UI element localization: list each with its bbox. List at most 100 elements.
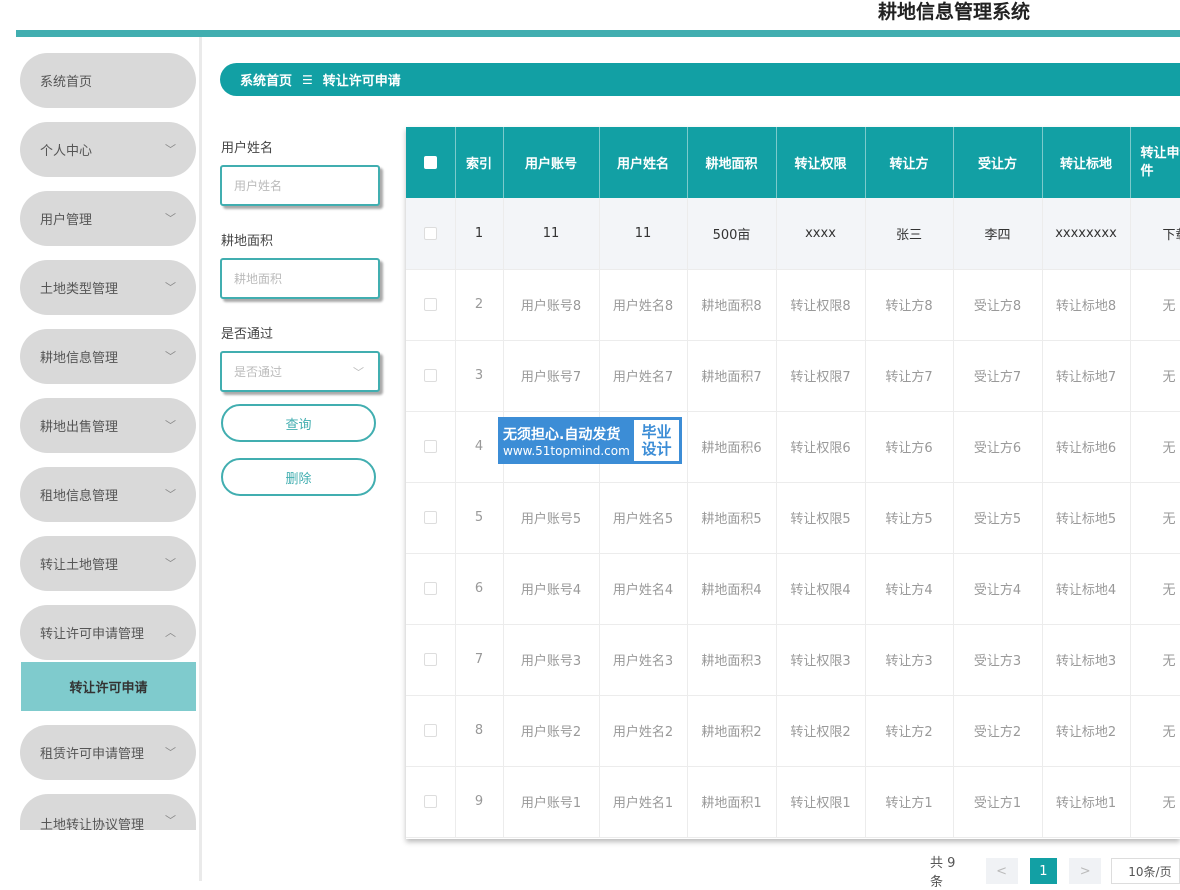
row-select-cell[interactable]: [406, 269, 456, 341]
name-filter-input[interactable]: [220, 165, 380, 206]
table-row[interactable]: 7 用户账号3 用户姓名3 耕地面积3 转让权限3 转让方3 受让方3 转让标地3 无: [406, 624, 1180, 696]
row-select-cell[interactable]: [406, 553, 456, 625]
table-header-row: 索引 用户账号 用户姓名 耕地面积 转让权限 转让方 受让方 转让标地 转让申请…: [406, 127, 1180, 198]
sidebar-item-transfer-agreement[interactable]: 土地转让协议管理 ﹀: [20, 794, 196, 830]
row-checkbox[interactable]: [423, 440, 437, 453]
watermark-line2: www.51topmind.com: [503, 443, 630, 458]
name-filter-label: 用户姓名: [221, 141, 274, 156]
table-cell: 1: [455, 198, 504, 270]
table-row[interactable]: 9 用户账号1 用户姓名1 耕地面积1 转让权限1 转让方1 受让方1 转让标地1 无: [406, 766, 1180, 838]
table-cell: 张三: [865, 198, 954, 270]
pass-filter-select[interactable]: 是否通过 ﹀: [220, 351, 380, 392]
chevron-down-icon: ﹀: [165, 212, 176, 225]
row-checkbox[interactable]: [423, 369, 437, 382]
table-cell: 5: [455, 482, 504, 554]
column-header: 用户姓名: [599, 127, 688, 198]
sidebar-subitem-transfer-permit-apply[interactable]: 转让许可申请: [21, 662, 196, 711]
row-select-cell[interactable]: [406, 198, 456, 270]
table-row[interactable]: 6 用户账号4 用户姓名4 耕地面积4 转让权限4 转让方4 受让方4 转让标地4 无: [406, 553, 1180, 625]
table-row[interactable]: 2 用户账号8 用户姓名8 耕地面积8 转让权限8 转让方8 受让方8 转让标地8 无: [406, 269, 1180, 341]
table-cell: 11: [503, 198, 600, 270]
row-select-cell[interactable]: [406, 482, 456, 554]
table-row[interactable]: 5 用户账号5 用户姓名5 耕地面积5 转让权限5 转让方5 受让方5 转让标地5 无: [406, 482, 1180, 554]
breadcrumb: 系统首页 ☰ 转让许可申请: [220, 63, 1180, 96]
sidebar-item-transfer-land[interactable]: 转让土地管理 ﹀: [20, 536, 196, 591]
sidebar-item-personal-center[interactable]: 个人中心 ﹀: [20, 122, 196, 177]
table-cell: 用户姓名8: [599, 269, 688, 341]
row-select-cell[interactable]: [406, 624, 456, 696]
sidebar-item-transfer-permit[interactable]: 转让许可申请管理 ︿: [20, 605, 196, 660]
table-cell: 转让方8: [865, 269, 954, 341]
chevron-down-icon: ﹀: [165, 350, 176, 363]
table-cell: 受让方5: [953, 482, 1043, 554]
chevron-down-icon: ﹀: [353, 366, 364, 379]
area-filter-input[interactable]: [220, 258, 380, 299]
table-cell: 无: [1130, 624, 1180, 696]
sidebar-item-label: 个人中心: [40, 144, 93, 159]
sidebar-item-land-type[interactable]: 土地类型管理 ﹀: [20, 260, 196, 315]
sidebar-item-home[interactable]: 系统首页: [20, 53, 196, 108]
chevron-down-icon: ﹀: [165, 488, 176, 501]
row-checkbox[interactable]: [423, 511, 437, 524]
sidebar-item-label: 耕地信息管理: [40, 351, 119, 366]
table-cell: 转让方6: [865, 411, 954, 483]
table-cell: 耕地面积1: [687, 766, 777, 838]
current-page-button[interactable]: 1: [1029, 858, 1058, 884]
watermark-line1: 无须担心.自动发货: [503, 426, 621, 443]
row-checkbox[interactable]: [423, 226, 437, 240]
prev-page-button[interactable]: <: [985, 858, 1018, 884]
table-cell: 受让方4: [953, 553, 1043, 625]
next-page-button[interactable]: >: [1069, 858, 1102, 884]
select-all-checkbox[interactable]: [423, 156, 437, 169]
sidebar-item-farmland-info[interactable]: 耕地信息管理 ﹀: [20, 329, 196, 384]
row-select-cell[interactable]: [406, 695, 456, 767]
table-cell: 受让方7: [953, 340, 1043, 412]
table-cell: 耕地面积4: [687, 553, 777, 625]
row-checkbox[interactable]: [423, 724, 437, 737]
table-row[interactable]: 11111500亩xxxx张三李四xxxxxxxx下载: [406, 198, 1180, 270]
left-edge: [0, 0, 16, 881]
table-cell: 转让权限2: [776, 695, 866, 767]
table-cell: 无: [1130, 411, 1180, 483]
table-row[interactable]: 3 用户账号7 用户姓名7 耕地面积7 转让权限7 转让方7 受让方7 转让标地7 无: [406, 340, 1180, 412]
table-cell: 用户账号7: [503, 340, 600, 412]
table-cell: 用户账号2: [503, 695, 600, 767]
sidebar-item-label: 用户管理: [40, 213, 93, 228]
row-checkbox[interactable]: [423, 653, 437, 666]
row-checkbox[interactable]: [423, 298, 437, 311]
table-cell: 转让权限1: [776, 766, 866, 838]
table-cell: 李四: [953, 198, 1043, 270]
query-button[interactable]: 查询: [221, 404, 376, 442]
sidebar-item-rental-info[interactable]: 租地信息管理 ﹀: [20, 467, 196, 522]
table-cell: 11: [599, 198, 688, 270]
table-cell: 转让权限6: [776, 411, 866, 483]
column-header: 用户账号: [503, 127, 600, 198]
sidebar-item-user-management[interactable]: 用户管理 ﹀: [20, 191, 196, 246]
row-checkbox[interactable]: [423, 582, 437, 595]
table-cell: 转让方7: [865, 340, 954, 412]
table-cell: 受让方1: [953, 766, 1043, 838]
table-cell: 转让权限4: [776, 553, 866, 625]
watermark-right2: 设计: [641, 439, 672, 458]
sidebar-item-rental-permit[interactable]: 租赁许可申请管理 ﹀: [20, 725, 196, 780]
row-select-cell[interactable]: [406, 411, 456, 483]
row-checkbox[interactable]: [423, 795, 437, 808]
table-cell: 耕地面积8: [687, 269, 777, 341]
table-cell: 转让权限3: [776, 624, 866, 696]
table-cell: 耕地面积2: [687, 695, 777, 767]
table-cell: 转让标地8: [1042, 269, 1131, 341]
row-select-cell[interactable]: [406, 766, 456, 838]
sidebar-item-farmland-sale[interactable]: 耕地出售管理 ﹀: [20, 398, 196, 453]
page-size-select[interactable]: 10条/页: [1111, 858, 1180, 884]
table-row[interactable]: 8 用户账号2 用户姓名2 耕地面积2 转让权限2 转让方2 受让方2 转让标地2 无: [406, 695, 1180, 767]
table-cell[interactable]: 下载: [1130, 198, 1180, 270]
table-cell: 受让方6: [953, 411, 1043, 483]
select-all-cell[interactable]: [406, 127, 456, 198]
table-cell: 受让方8: [953, 269, 1043, 341]
table-cell: 无: [1130, 553, 1180, 625]
table-cell: 4: [455, 411, 504, 483]
column-header: 转让方: [865, 127, 954, 198]
breadcrumb-home[interactable]: 系统首页: [240, 70, 292, 89]
row-select-cell[interactable]: [406, 340, 456, 412]
delete-button[interactable]: 删除: [221, 458, 376, 496]
